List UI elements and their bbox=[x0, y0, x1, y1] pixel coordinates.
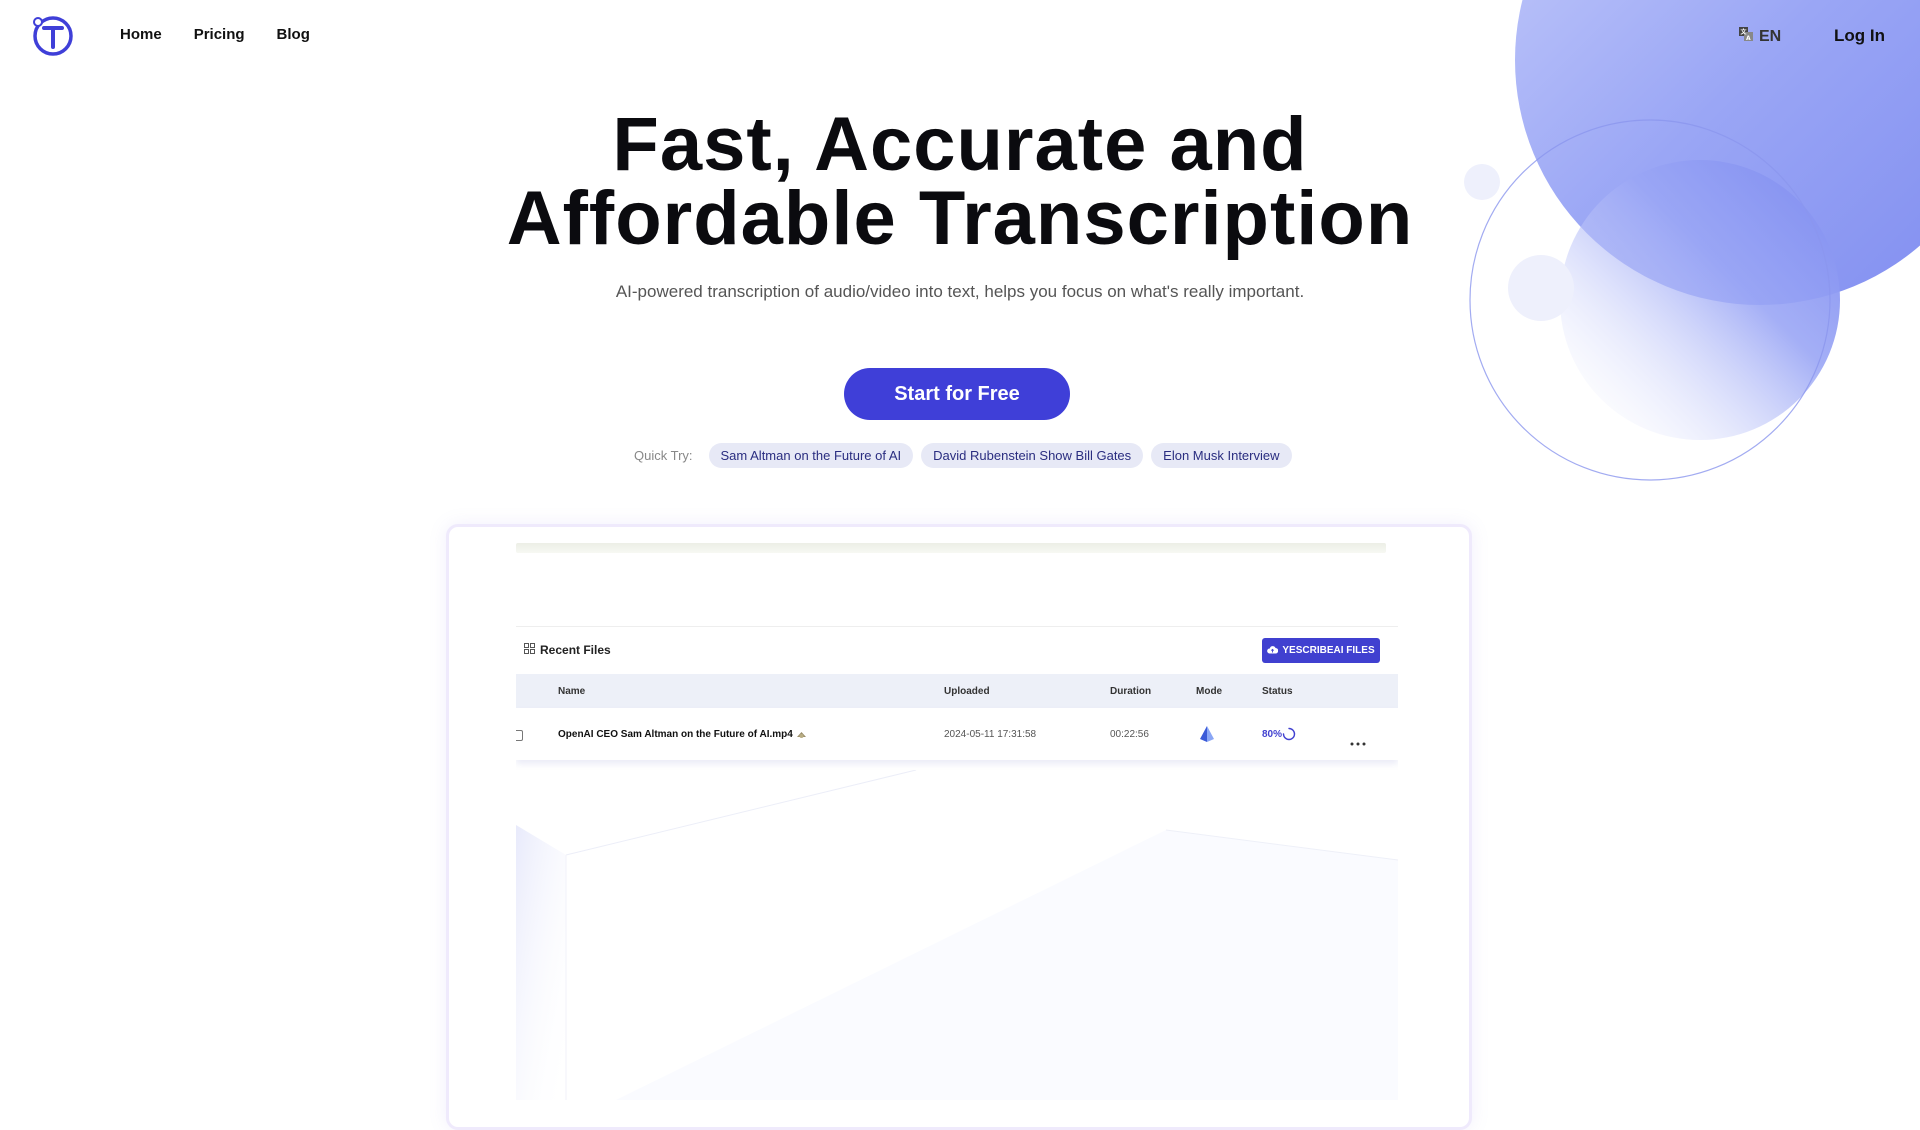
grid-icon bbox=[524, 643, 535, 657]
column-status: Status bbox=[1262, 686, 1293, 697]
mode-icon bbox=[1198, 725, 1216, 748]
quick-try-chip[interactable]: Elon Musk Interview bbox=[1151, 443, 1292, 468]
file-name[interactable]: OpenAI CEO Sam Altman on the Future of A… bbox=[558, 729, 793, 740]
loading-spinner-icon bbox=[1282, 727, 1296, 746]
hero-title-line-2: Affordable Transcription bbox=[506, 176, 1414, 261]
recent-files-title: Recent Files bbox=[540, 643, 611, 657]
column-name: Name bbox=[558, 686, 586, 697]
nav-pricing[interactable]: Pricing bbox=[194, 26, 245, 43]
row-checkbox[interactable] bbox=[516, 730, 523, 741]
main-nav: Home Pricing Blog bbox=[120, 26, 310, 43]
column-duration: Duration bbox=[1110, 686, 1152, 697]
nav-blog[interactable]: Blog bbox=[277, 26, 310, 43]
logo-icon[interactable] bbox=[30, 14, 74, 58]
quick-try-chip[interactable]: David Rubenstein Show Bill Gates bbox=[921, 443, 1144, 468]
hero-subtitle: AI-powered transcription of audio/video … bbox=[615, 282, 1305, 301]
column-uploaded: Uploaded bbox=[944, 686, 990, 697]
svg-text:A: A bbox=[1746, 35, 1751, 42]
file-type-icon bbox=[796, 727, 807, 745]
upload-files-label: YESCRIBEAI FILES bbox=[1282, 645, 1375, 656]
hero-title-line-1: Fast, Accurate and bbox=[612, 102, 1308, 187]
file-duration: 00:22:56 bbox=[1110, 729, 1149, 740]
app-preview: Recent Files YESCRIBEAI FILES Name Uploa… bbox=[516, 540, 1398, 1100]
hero-title: Fast, Accurate and Affordable Transcript… bbox=[360, 107, 1560, 257]
table-row[interactable]: OpenAI CEO Sam Altman on the Future of A… bbox=[516, 708, 1398, 760]
table-header: Name Uploaded Duration Mode Status bbox=[516, 674, 1398, 708]
translate-icon: 文A bbox=[1738, 26, 1754, 47]
quick-try-label: Quick Try: bbox=[634, 448, 693, 463]
recent-files-heading: Recent Files bbox=[524, 643, 611, 657]
column-mode: Mode bbox=[1196, 686, 1223, 697]
upload-time: 2024-05-11 17:31:58 bbox=[944, 729, 1037, 740]
divider bbox=[516, 626, 1398, 627]
language-label: EN bbox=[1759, 27, 1782, 45]
login-link[interactable]: Log In bbox=[1834, 26, 1885, 46]
upload-files-button[interactable]: YESCRIBEAI FILES bbox=[1262, 638, 1380, 663]
top-header: Home Pricing Blog 文A EN Log In bbox=[0, 0, 1920, 72]
preview-backdrop-shapes bbox=[516, 770, 1398, 1100]
language-switcher[interactable]: 文A EN bbox=[1738, 26, 1781, 47]
status-percent: 80% bbox=[1262, 729, 1283, 740]
quick-try-bar: Quick Try: Sam Altman on the Future of A… bbox=[634, 443, 1292, 468]
more-options-icon[interactable] bbox=[1350, 733, 1366, 751]
preview-top-bar bbox=[516, 543, 1386, 553]
quick-try-chip[interactable]: Sam Altman on the Future of AI bbox=[708, 443, 914, 468]
nav-home[interactable]: Home bbox=[120, 26, 162, 43]
cloud-upload-icon bbox=[1267, 645, 1279, 657]
start-for-free-button[interactable]: Start for Free bbox=[844, 368, 1070, 420]
